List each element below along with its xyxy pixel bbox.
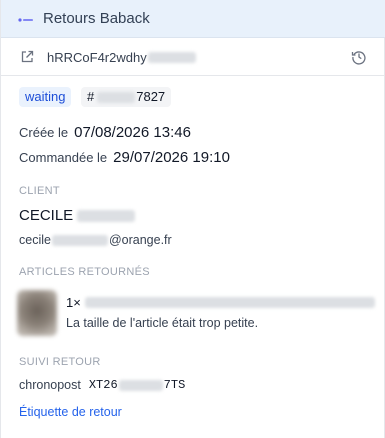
- app-logo-icon: [18, 18, 33, 22]
- client-section-label: CLIENT: [19, 185, 60, 197]
- item-thumbnail: [17, 290, 57, 336]
- client-email-domain: @orange.fr: [108, 233, 172, 247]
- return-detail-panel: Retours Baback hRRCoF4r2wdhy waiting # 7…: [0, 0, 385, 438]
- tracking-code-redacted: [118, 379, 163, 391]
- reference-prefix: #: [87, 89, 95, 104]
- order-id-text: hRRCoF4r2wdhy: [47, 50, 147, 65]
- panel-header: Retours Baback: [1, 0, 385, 38]
- client-last-name-redacted: [77, 209, 136, 222]
- client-name: CECILE: [19, 207, 136, 224]
- client-email-redacted: [51, 234, 108, 246]
- articles-section-label: ARTICLES RETOURNÉS: [19, 266, 150, 278]
- item-return-reason: La taille de l'article était trop petite…: [66, 316, 259, 330]
- client-first-name: CECILE: [19, 207, 74, 224]
- order-id[interactable]: hRRCoF4r2wdhy: [47, 50, 196, 65]
- created-date-row: Créée le 07/08/2026 13:46: [19, 124, 191, 141]
- created-label: Créée le: [19, 125, 69, 140]
- tracking-line: chronopost XT26 7TS: [19, 378, 185, 392]
- status-badge: waiting: [19, 87, 72, 107]
- item-quantity: 1×: [66, 295, 81, 310]
- ordered-date-row: Commandée le 29/07/2026 19:10: [19, 149, 230, 166]
- tracking-carrier: chronopost: [19, 378, 81, 392]
- reference-redacted: [97, 91, 136, 103]
- item-quantity-line: 1×: [66, 295, 375, 310]
- panel-title: Retours Baback: [43, 10, 150, 27]
- history-icon[interactable]: [351, 49, 367, 65]
- client-email[interactable]: cecile @orange.fr: [19, 233, 172, 247]
- ordered-value: 29/07/2026 19:10: [113, 149, 230, 166]
- tracking-code[interactable]: XT26 7TS: [89, 378, 185, 392]
- return-label-link[interactable]: Étiquette de retour: [19, 405, 122, 419]
- external-link-icon[interactable]: [20, 50, 34, 64]
- order-id-row: hRRCoF4r2wdhy: [1, 38, 385, 76]
- item-name-redacted: [84, 297, 375, 308]
- tracking-section-label: SUIVI RETOUR: [19, 356, 101, 368]
- reference-badge: # 7827: [81, 87, 172, 107]
- client-email-prefix: cecile: [19, 233, 51, 247]
- order-id-redacted: [147, 52, 196, 63]
- created-value: 07/08/2026 13:46: [74, 124, 191, 141]
- tracking-code-prefix: XT26: [88, 378, 118, 392]
- tracking-code-suffix: 7TS: [163, 378, 186, 392]
- ordered-label: Commandée le: [19, 150, 108, 165]
- reference-suffix: 7827: [136, 89, 166, 104]
